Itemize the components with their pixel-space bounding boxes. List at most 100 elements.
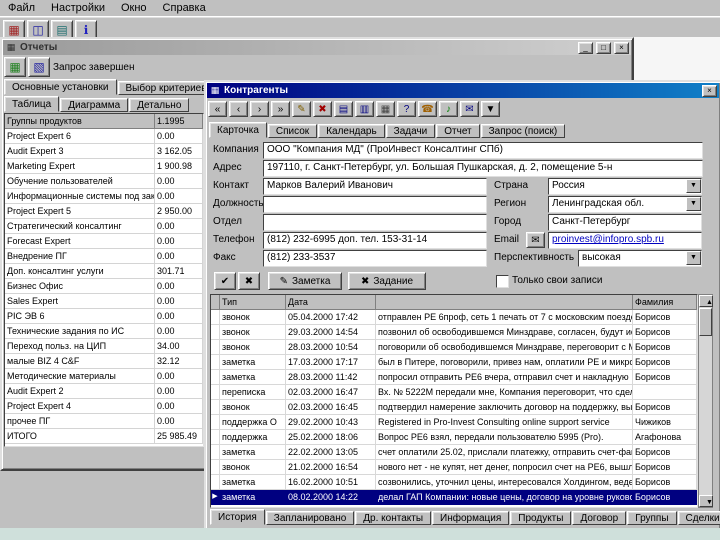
- tab-planned[interactable]: Запланировано: [266, 511, 355, 525]
- Audit Expert 2[interactable]: Audit Expert 2 0.00: [5, 384, 203, 399]
- scroll-down-button[interactable]: ▼: [699, 495, 713, 507]
- menu-settings[interactable]: Настройки: [43, 1, 113, 15]
- Доп. консалтинг услуги[interactable]: Доп. консалтинг услуги 301.71: [5, 264, 203, 279]
- maximize-button[interactable]: □: [596, 42, 611, 54]
- first-record-icon[interactable]: «: [208, 101, 227, 117]
- company-field[interactable]: ООО "Компания МД" (ПроИнвест Консалтинг …: [263, 142, 703, 159]
- edit-query-icon[interactable]: ▧: [28, 57, 50, 77]
- dropdown-icon[interactable]: ▼: [481, 101, 500, 117]
- scrollbar-thumb[interactable]: [699, 308, 712, 336]
- PIC ЭВ 6[interactable]: PIC ЭВ 6 0.00: [5, 309, 203, 324]
- Обучение пользователей[interactable]: Обучение пользователей 0.00: [5, 174, 203, 189]
- tab-products[interactable]: Продукты: [510, 511, 571, 525]
- Sales Expert[interactable]: Sales Expert 0.00: [5, 294, 203, 309]
- city-field[interactable]: Санкт-Петербург: [548, 214, 702, 231]
- print-icon[interactable]: ▦: [376, 101, 395, 117]
- mail-icon[interactable]: ✉: [460, 101, 479, 117]
- address-field[interactable]: 197110, г. Санкт-Петербург, ул. Большая …: [263, 160, 703, 177]
- tab-details[interactable]: Детально: [129, 98, 189, 112]
- reports-titlebar[interactable]: ▦ Отчеты _ □ ×: [3, 40, 631, 55]
- history-row[interactable]: звонок 21.02.2000 16:54 нового нет - не …: [211, 460, 697, 475]
- Project Expert 5[interactable]: Project Expert 5 2 950.00: [5, 204, 203, 219]
- phone-field[interactable]: (812) 232-6995 доп. тел. 153-31-14: [263, 232, 487, 249]
- delete-record-icon[interactable]: ✖: [313, 101, 332, 117]
- tab-calendar[interactable]: Календарь: [318, 124, 384, 138]
- Audit Expert 3[interactable]: Audit Expert 3 3 162.05: [5, 144, 203, 159]
- menu-window[interactable]: Окно: [113, 1, 155, 15]
- next-record-icon[interactable]: ›: [250, 101, 269, 117]
- tab-groups[interactable]: Группы: [627, 511, 676, 525]
- tab-history[interactable]: История: [210, 509, 265, 525]
- history-row[interactable]: заметка 28.03.2000 11:42 попросил отправ…: [211, 370, 697, 385]
- help-icon[interactable]: ?: [397, 101, 416, 117]
- prospects-combobox[interactable]: высокая ▼: [578, 250, 702, 267]
- fax-field[interactable]: (812) 233-3537: [263, 250, 487, 267]
- minimize-button[interactable]: _: [578, 42, 593, 54]
- ИТОГО[interactable]: ИТОГО 25 985.49: [5, 429, 203, 444]
- tab-card[interactable]: Карточка: [209, 122, 267, 138]
- history-row[interactable]: звонок 29.03.2000 14:54 позвонил об осво…: [211, 325, 697, 340]
- малые BIZ 4 C&F[interactable]: малые BIZ 4 C&F 32.12: [5, 354, 203, 369]
- email-value[interactable]: proinvest@infopro.spb.ru: [552, 233, 699, 246]
- prev-record-icon[interactable]: ‹: [229, 101, 248, 117]
- region-combobox[interactable]: Ленинградская обл. ▼: [548, 196, 702, 213]
- task-button[interactable]: ✖ Задание: [348, 272, 426, 290]
- close-button[interactable]: ×: [702, 85, 717, 97]
- country-combobox[interactable]: Россия ▼: [548, 178, 702, 195]
- tab-table[interactable]: Таблица: [4, 96, 59, 112]
- edit-record-icon[interactable]: ✎: [292, 101, 311, 117]
- прочее ПГ[interactable]: прочее ПГ 0.00: [5, 414, 203, 429]
- Project Expert 6[interactable]: Project Expert 6 0.00: [5, 129, 203, 144]
- history-row[interactable]: ▶ заметка 08.02.2000 14:22 делал ГАП Ком…: [211, 490, 697, 505]
- report-col-products[interactable]: Группы продуктов: [5, 114, 155, 129]
- chevron-down-icon[interactable]: ▼: [686, 179, 701, 193]
- history-row[interactable]: звонок 28.03.2000 10:54 поговорили об ос…: [211, 340, 697, 355]
- tab-contract[interactable]: Договор: [572, 511, 626, 525]
- date-column-header[interactable]: Дата: [286, 295, 376, 310]
- new-record-icon[interactable]: ▤: [334, 101, 353, 117]
- tab-chart[interactable]: Диаграмма: [60, 98, 128, 112]
- tab-information[interactable]: Информация: [432, 511, 509, 525]
- save-record-icon[interactable]: ▥: [355, 101, 374, 117]
- history-row[interactable]: поддержка О 29.02.2000 10:43 Registered …: [211, 415, 697, 430]
- sound-icon[interactable]: ♪: [439, 101, 458, 117]
- Бизнес Офис[interactable]: Бизнес Офис 0.00: [5, 279, 203, 294]
- run-query-icon[interactable]: ▦: [4, 57, 26, 77]
- Forecast Expert[interactable]: Forecast Expert 0.00: [5, 234, 203, 249]
- menu-file[interactable]: Файл: [0, 1, 43, 15]
- send-email-button[interactable]: ✉: [526, 232, 545, 248]
- history-row[interactable]: переписка 02.03.2000 16:47 Вх. № 5222М п…: [211, 385, 697, 400]
- Marketing Expert[interactable]: Marketing Expert 1 900.98: [5, 159, 203, 174]
- surname-column-header[interactable]: Фамилия: [633, 295, 697, 310]
- position-field[interactable]: [263, 196, 487, 213]
- chevron-down-icon[interactable]: ▼: [686, 251, 701, 265]
- history-row[interactable]: звонок 05.04.2000 17:42 отправлен PE 6пр…: [211, 310, 697, 325]
- Методические материалы[interactable]: Методические материалы 0.00: [5, 369, 203, 384]
- cancel-button[interactable]: ✖: [238, 272, 260, 290]
- Технические задания по ИС[interactable]: Технические задания по ИС 0.00: [5, 324, 203, 339]
- history-row[interactable]: заметка 16.02.2000 10:51 созвонились, ут…: [211, 475, 697, 490]
- tab-report[interactable]: Отчет: [436, 124, 479, 138]
- history-header[interactable]: Тип Дата Фамилия: [211, 295, 697, 310]
- history-row[interactable]: заметка 22.02.2000 13:05 счет оплатили 2…: [211, 445, 697, 460]
- tab-query-search[interactable]: Запрос (поиск): [481, 124, 566, 138]
- description-column-header[interactable]: [376, 295, 633, 310]
- department-field[interactable]: [263, 214, 487, 231]
- Внедрение ПГ[interactable]: Внедрение ПГ 0.00: [5, 249, 203, 264]
- history-row[interactable]: звонок 02.03.2000 16:45 подтвердил намер…: [211, 400, 697, 415]
- chevron-down-icon[interactable]: ▼: [686, 197, 701, 211]
- contact-field[interactable]: Марков Валерий Иванович: [263, 178, 487, 195]
- tab-other-contacts[interactable]: Др. контакты: [355, 511, 431, 525]
- only-my-records-checkbox[interactable]: [496, 275, 509, 288]
- email-field[interactable]: proinvest@infopro.spb.ru: [548, 232, 702, 249]
- report-col-period[interactable]: 1.1995: [155, 114, 203, 129]
- type-column-header[interactable]: Тип: [220, 295, 286, 310]
- tab-basic-settings[interactable]: Основные установки: [4, 79, 117, 95]
- Project Expert 4[interactable]: Project Expert 4 0.00: [5, 399, 203, 414]
- phone-icon[interactable]: ☎: [418, 101, 437, 117]
- Информационные системы под зак[interactable]: Информационные системы под зак 0.00: [5, 189, 203, 204]
- tab-deals[interactable]: Сделки: [678, 511, 720, 525]
- tab-list[interactable]: Список: [268, 124, 317, 138]
- last-record-icon[interactable]: »: [271, 101, 290, 117]
- note-button[interactable]: ✎ Заметка: [268, 272, 342, 290]
